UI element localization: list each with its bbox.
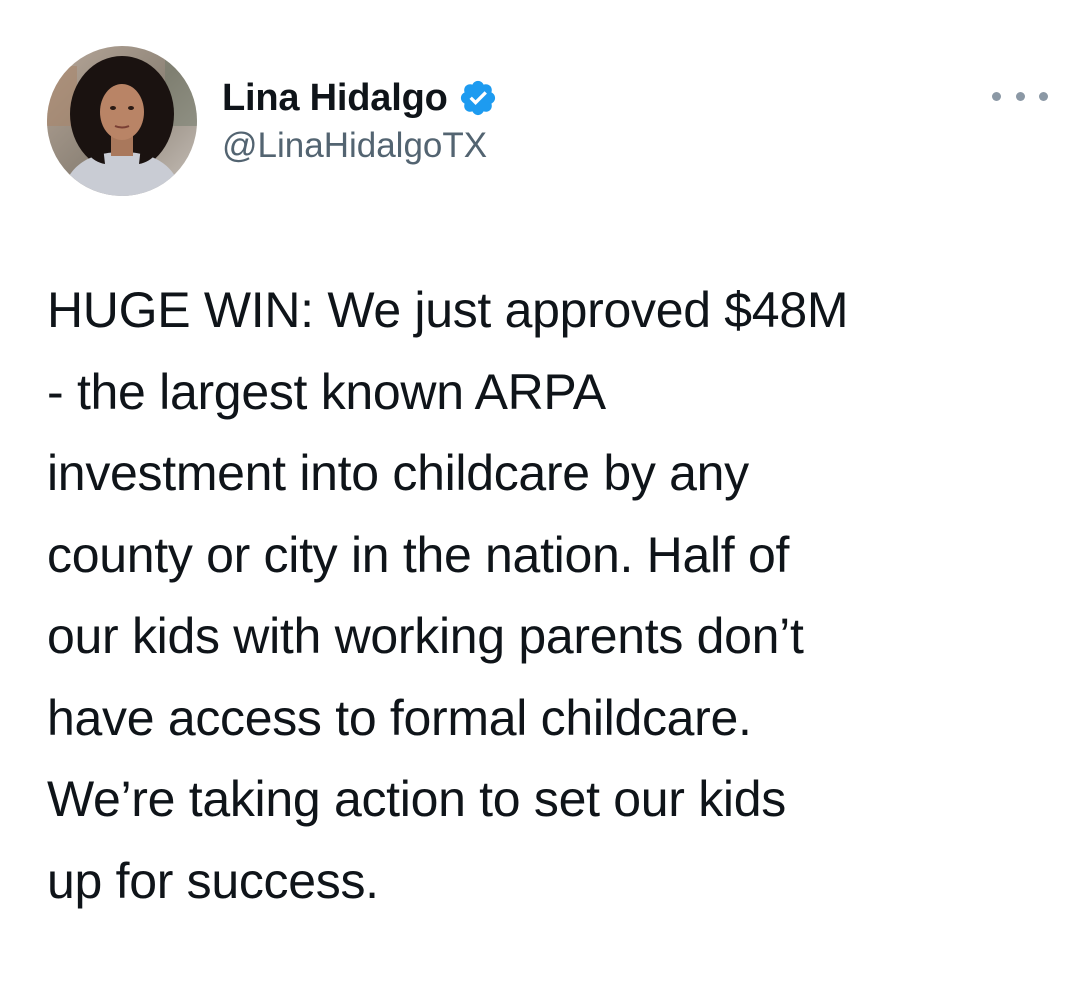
- author-name-row: Lina Hidalgo: [222, 72, 498, 124]
- tweet-text-line: We’re taking action to set our kids: [47, 771, 786, 827]
- tweet-text: HUGE WIN: We just approved $48M - the la…: [47, 270, 1057, 922]
- author-handle[interactable]: @LinaHidalgoTX: [222, 126, 487, 166]
- author-display-name[interactable]: Lina Hidalgo: [222, 77, 448, 120]
- tweet-text-line: - the largest known ARPA: [47, 363, 606, 420]
- tweet-text-line: up for success.: [47, 852, 379, 909]
- tweet-text-line: HUGE WIN: We just approved $48M: [47, 282, 849, 338]
- avatar-photo: [47, 46, 197, 196]
- tweet-text-line: investment into childcare by any: [47, 445, 749, 501]
- tweet-text-line: county or city in the nation. Half of: [47, 526, 790, 583]
- tweet-card: Lina Hidalgo @LinaHidalgoTX HUGE WIN: We…: [0, 0, 1080, 982]
- avatar[interactable]: [47, 46, 197, 196]
- more-dot: [992, 91, 1001, 101]
- more-dot: [1015, 91, 1025, 101]
- verified-badge-icon: [458, 78, 498, 118]
- tweet-text-line: our kids with working parents don’t: [47, 608, 804, 664]
- tweet-text-line: have access to formal childcare.: [47, 689, 752, 746]
- more-options-icon[interactable]: [992, 78, 1048, 114]
- more-dot: [1039, 91, 1048, 101]
